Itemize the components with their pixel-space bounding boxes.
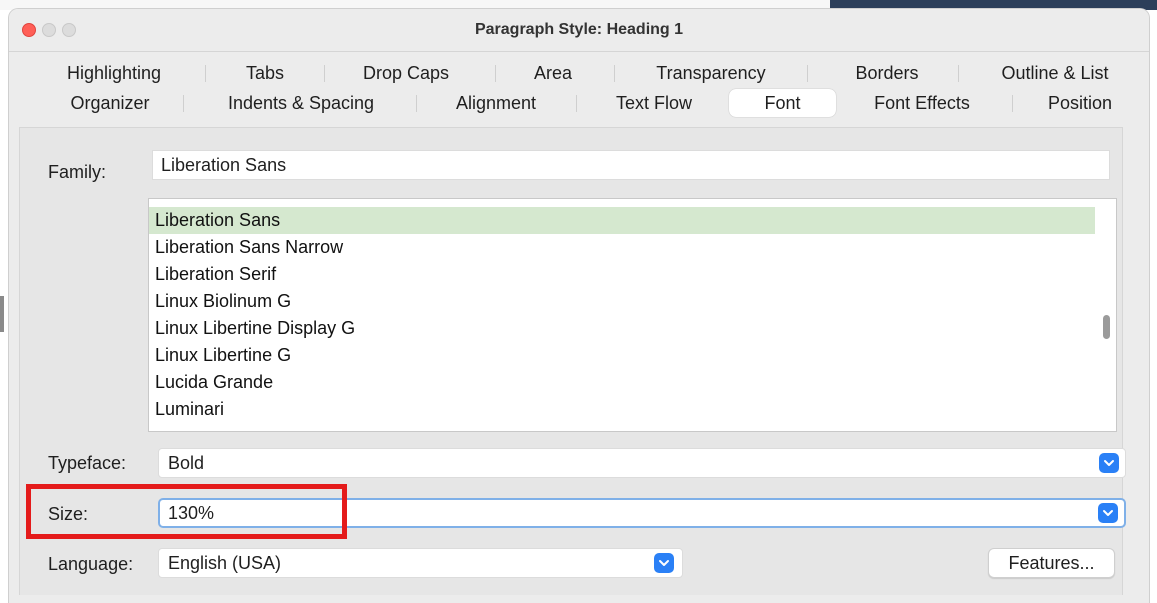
tab-separator [183, 95, 184, 112]
list-item-selected[interactable]: Liberation Sans [149, 207, 1095, 234]
tab-position[interactable]: Position [1030, 88, 1130, 118]
list-item[interactable]: Luminari [149, 396, 1095, 423]
annotation-highlight-box [26, 484, 347, 539]
tab-outline-list[interactable]: Outline & List [980, 58, 1130, 88]
tab-borders[interactable]: Borders [832, 58, 942, 88]
tab-separator [1012, 95, 1013, 112]
tab-indents-spacing[interactable]: Indents & Spacing [203, 88, 399, 118]
list-item-partial[interactable] [149, 423, 1095, 431]
tab-separator [495, 65, 496, 82]
font-family-list-items: Liberation Sans Liberation Sans Narrow L… [149, 207, 1095, 431]
features-button[interactable]: Features... [988, 548, 1115, 578]
title-bar: Paragraph Style: Heading 1 [9, 9, 1149, 52]
tab-separator [807, 65, 808, 82]
tab-font[interactable]: Font [729, 89, 836, 117]
family-label: Family: [48, 162, 106, 182]
tab-font-effects[interactable]: Font Effects [850, 88, 994, 118]
list-item[interactable]: Linux Biolinum G [149, 288, 1095, 315]
tab-drop-caps[interactable]: Drop Caps [342, 58, 470, 88]
tab-separator [205, 65, 206, 82]
font-family-list[interactable]: Liberation Sans Liberation Sans Narrow L… [148, 198, 1117, 432]
typeface-label: Typeface: [48, 453, 127, 473]
tab-transparency[interactable]: Transparency [638, 58, 784, 88]
background-edge-mark [0, 296, 4, 332]
family-input[interactable]: Liberation Sans [152, 150, 1110, 180]
tab-row-1: Highlighting Tabs Drop Caps Area Transpa… [0, 58, 1140, 88]
typeface-value: Bold [168, 453, 205, 473]
language-label: Language: [48, 554, 134, 574]
tab-row-2: Organizer Indents & Spacing Alignment Te… [0, 88, 1140, 118]
list-item[interactable]: Liberation Sans Narrow [149, 234, 1095, 261]
language-select[interactable]: English (USA) [158, 548, 683, 578]
chevron-down-icon[interactable] [1099, 453, 1119, 473]
chevron-down-icon[interactable] [1098, 503, 1118, 523]
tab-separator [958, 65, 959, 82]
window-title: Paragraph Style: Heading 1 [474, 21, 684, 38]
tab-highlighting[interactable]: Highlighting [52, 58, 176, 88]
tab-area[interactable]: Area [513, 58, 593, 88]
scrollbar-thumb[interactable] [1103, 315, 1110, 339]
tab-separator [576, 95, 577, 112]
tab-separator [324, 65, 325, 82]
chevron-down-icon[interactable] [654, 553, 674, 573]
tab-organizer[interactable]: Organizer [50, 88, 170, 118]
tab-text-flow[interactable]: Text Flow [594, 88, 714, 118]
typeface-select[interactable]: Bold [158, 448, 1126, 478]
language-value: English (USA) [168, 553, 282, 573]
tab-separator [416, 95, 417, 112]
list-item[interactable]: Linux Libertine G [149, 342, 1095, 369]
list-item[interactable]: Lucida Grande [149, 369, 1095, 396]
list-item[interactable]: Liberation Serif [149, 261, 1095, 288]
tab-alignment[interactable]: Alignment [436, 88, 556, 118]
list-item[interactable]: Linux Libertine Display G [149, 315, 1095, 342]
tab-tabs[interactable]: Tabs [225, 58, 305, 88]
tab-separator [614, 65, 615, 82]
